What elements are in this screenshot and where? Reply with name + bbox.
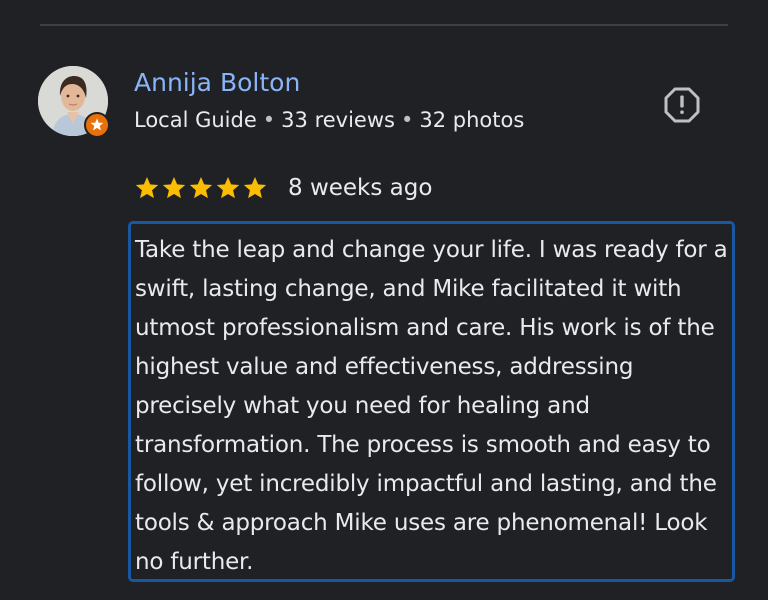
reviewer-avatar[interactable] xyxy=(38,66,110,138)
star-icon xyxy=(162,176,186,199)
review-text-highlight: Take the leap and change your life. I wa… xyxy=(128,221,735,582)
star-icon xyxy=(216,176,240,199)
photos-count: 32 photos xyxy=(419,108,525,132)
star-icon xyxy=(189,176,213,199)
reviews-count: 33 reviews xyxy=(281,108,395,132)
star-rating xyxy=(134,175,268,201)
reviewer-name-link[interactable]: Annija Bolton xyxy=(134,68,300,98)
local-guide-label: Local Guide xyxy=(134,108,257,132)
review-text: Take the leap and change your life. I wa… xyxy=(135,237,728,575)
meta-separator: • xyxy=(262,108,276,132)
rating-row: 8 weeks ago xyxy=(134,172,432,204)
reviewer-meta: Local Guide • 33 reviews • 32 photos xyxy=(134,106,524,134)
local-guide-badge-icon xyxy=(84,112,110,138)
review-time: 8 weeks ago xyxy=(288,175,433,201)
star-icon xyxy=(135,176,159,199)
section-divider xyxy=(40,24,728,26)
star-icon xyxy=(243,176,267,199)
report-flag-icon[interactable] xyxy=(663,86,701,124)
meta-separator: • xyxy=(400,108,414,132)
